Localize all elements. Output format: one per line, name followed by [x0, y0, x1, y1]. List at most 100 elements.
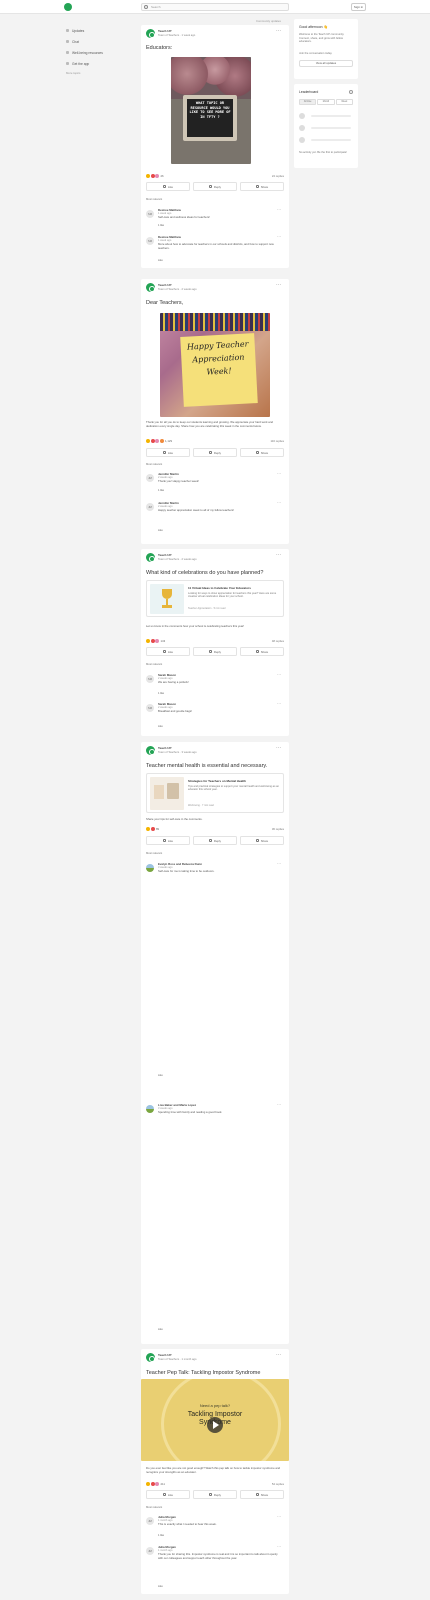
link-preview[interactable]: Strategies for Teachers on Mental Health…	[146, 773, 284, 813]
reply-count[interactable]: 36 replies	[272, 827, 284, 831]
reply-button[interactable]: Reply	[193, 836, 237, 845]
more-icon[interactable]: ···	[277, 501, 281, 505]
search-input[interactable]: Search	[141, 3, 289, 11]
avatar[interactable]: SM	[146, 237, 154, 245]
reply-button[interactable]: Reply	[193, 182, 237, 191]
reactions[interactable]: 1,129	[146, 438, 172, 443]
like-button[interactable]: Like	[146, 1490, 190, 1499]
nav-item-updates[interactable]: Updates	[66, 25, 136, 36]
reactions[interactable]: 211	[146, 1481, 165, 1486]
tab-all-time[interactable]: All time	[299, 99, 317, 105]
nav-more[interactable]: More topics	[66, 71, 136, 75]
avatar[interactable]	[146, 29, 155, 38]
share-button[interactable]: Share	[240, 1490, 284, 1499]
avatar[interactable]: JM	[146, 1547, 154, 1555]
avatar[interactable]	[146, 864, 154, 872]
avatar[interactable]: SM	[146, 210, 154, 218]
comment-like[interactable]: Like	[158, 725, 163, 728]
avatar[interactable]: JM	[146, 474, 154, 482]
post-image[interactable]: WHAT TOPIC OR RESOURCE WOULD YOU LIKE TO…	[171, 57, 251, 164]
more-icon[interactable]: ···	[277, 862, 281, 866]
more-icon[interactable]: ···	[277, 1515, 281, 1519]
like-button[interactable]: Like	[146, 647, 190, 656]
share-button[interactable]: Share	[240, 448, 284, 457]
more-icon[interactable]: ···	[277, 1545, 281, 1549]
play-button[interactable]	[207, 1417, 223, 1433]
more-icon[interactable]: ···	[276, 283, 281, 288]
comment-like[interactable]: 1 like	[158, 224, 164, 227]
post-author[interactable]: Teach UP	[158, 283, 171, 287]
avatar[interactable]: JM	[146, 1517, 154, 1525]
comment-like[interactable]: Like	[158, 1585, 163, 1588]
reply-count[interactable]: 116 replies	[271, 439, 284, 443]
leaderboard-note: No activity yet. Be the first to partici…	[299, 151, 347, 154]
like-button[interactable]: Like	[146, 836, 190, 845]
comment-like[interactable]: Like	[158, 1074, 163, 1077]
avatar[interactable]	[146, 746, 155, 755]
video-player[interactable]: Need a pep talk? Tackling Impostor Syndr…	[141, 1379, 289, 1461]
reactions[interactable]: 143	[146, 638, 165, 643]
comment: Lisa Baker and Maria Lopez 3 weeks ago S…	[146, 1103, 284, 1333]
post-author[interactable]: Teach UP	[158, 746, 171, 750]
comments-sort[interactable]: Most relevant	[146, 852, 162, 855]
avatar[interactable]	[146, 1105, 154, 1113]
avatar[interactable]: JM	[146, 503, 154, 511]
comment-like[interactable]: Like	[158, 529, 163, 532]
reply-button[interactable]: Reply	[193, 448, 237, 457]
comment-like[interactable]: 1 like	[158, 489, 164, 492]
nav-item-chat[interactable]: Chat	[66, 36, 136, 47]
comments-sort[interactable]: Most relevant	[146, 663, 162, 666]
share-button[interactable]: Share	[240, 647, 284, 656]
more-icon[interactable]: ···	[277, 1103, 281, 1107]
post-body: Share your tips for self-care in the com…	[146, 817, 203, 821]
more-icon[interactable]: ···	[277, 673, 281, 677]
post-author[interactable]: Teach UP	[158, 29, 171, 33]
reply-count[interactable]: 54 replies	[272, 1482, 284, 1486]
reactions[interactable]: 89	[146, 826, 159, 831]
reply-button[interactable]: Reply	[193, 1490, 237, 1499]
post-author[interactable]: Teach UP	[158, 553, 171, 557]
avatar[interactable]	[146, 283, 155, 292]
share-button[interactable]: Share	[240, 182, 284, 191]
reactions[interactable]: 26	[146, 173, 164, 178]
sign-in-button[interactable]: Sign in	[351, 3, 366, 11]
post-author[interactable]: Teach UP	[158, 1353, 171, 1357]
like-button[interactable]: Like	[146, 448, 190, 457]
tab-week[interactable]: Week	[335, 99, 353, 105]
more-icon[interactable]: ···	[277, 702, 281, 706]
heart-icon	[150, 826, 155, 831]
nav-item-get-app[interactable]: Get the app	[66, 58, 136, 69]
comment-like[interactable]: 1 like	[158, 1534, 164, 1537]
avatar[interactable]: SM	[146, 704, 154, 712]
reply-button[interactable]: Reply	[193, 647, 237, 656]
more-icon[interactable]: ···	[276, 29, 281, 34]
like-button[interactable]: Like	[146, 182, 190, 191]
comment-like[interactable]: Like	[158, 1328, 163, 1331]
tab-month[interactable]: Month	[317, 99, 335, 105]
avatar[interactable]	[146, 1353, 155, 1362]
info-icon[interactable]	[349, 90, 353, 94]
view-updates-button[interactable]: View all updates	[299, 60, 353, 67]
chat-icon	[66, 40, 69, 43]
reply-count[interactable]: 48 replies	[272, 639, 284, 643]
more-icon[interactable]: ···	[276, 553, 281, 558]
avatar[interactable]: SM	[146, 675, 154, 683]
avatar[interactable]	[146, 553, 155, 562]
more-icon[interactable]: ···	[276, 1353, 281, 1358]
share-button[interactable]: Share	[240, 836, 284, 845]
trophy-base	[162, 605, 172, 608]
comment-like[interactable]: 1 like	[158, 692, 164, 695]
more-icon[interactable]: ···	[276, 746, 281, 751]
logo[interactable]	[64, 3, 72, 11]
comments-sort[interactable]: Most relevant	[146, 1506, 162, 1509]
comments-sort[interactable]: Most relevant	[146, 198, 162, 201]
comment-like[interactable]: Like	[158, 259, 163, 262]
more-icon[interactable]: ···	[277, 472, 281, 476]
nav-item-wellbeing[interactable]: Well-being resources	[66, 47, 136, 58]
reply-count[interactable]: 24 replies	[272, 174, 284, 178]
more-icon[interactable]: ···	[277, 208, 281, 212]
link-preview[interactable]: 11 Virtual Ideas to Celebrate Your Educa…	[146, 580, 284, 617]
more-icon[interactable]: ···	[277, 235, 281, 239]
post-image[interactable]: Happy Teacher Appreciation Week!	[160, 313, 270, 417]
comments-sort[interactable]: Most relevant	[146, 463, 162, 466]
